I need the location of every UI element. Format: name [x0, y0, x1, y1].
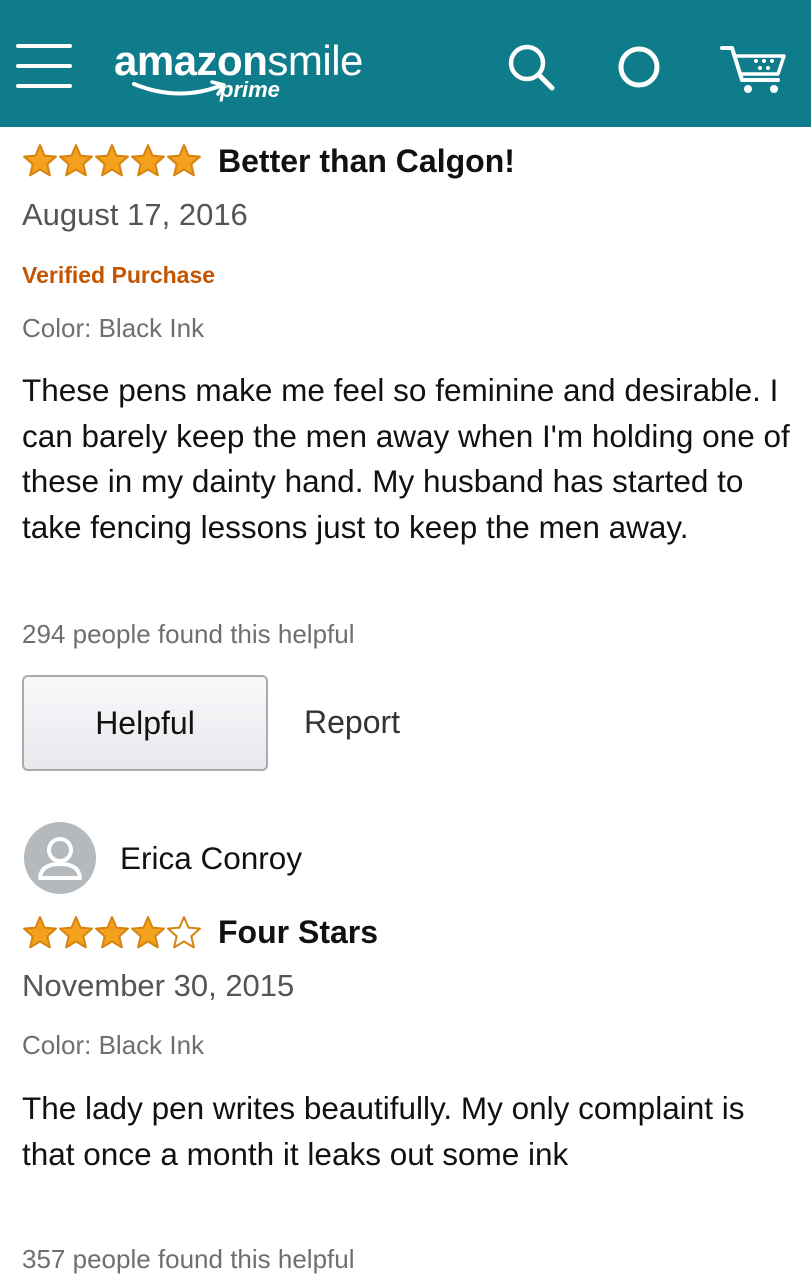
- review-body: The lady pen writes beautifully. My only…: [22, 1090, 745, 1172]
- star-rating: [22, 915, 202, 949]
- star-filled-icon: [167, 144, 201, 177]
- reviewer-name[interactable]: Erica Conroy: [120, 838, 302, 878]
- star-filled-icon: [131, 144, 165, 177]
- review-title[interactable]: Better than Calgon!: [218, 142, 515, 180]
- smile-arrow-icon: [132, 80, 226, 96]
- amazon-smile-prime-logo[interactable]: amazonsmile prime: [114, 36, 384, 108]
- star-filled-icon: [95, 916, 129, 949]
- star-empty-icon: [167, 916, 201, 949]
- top-navigation-bar: amazonsmile prime: [0, 0, 811, 127]
- logo-prime: prime: [220, 77, 280, 102]
- star-filled-icon: [59, 916, 93, 949]
- cart-icon[interactable]: [720, 42, 788, 96]
- search-icon[interactable]: [506, 42, 556, 92]
- alexa-icon[interactable]: [614, 42, 664, 92]
- report-link[interactable]: Report: [304, 702, 400, 742]
- review-body: These pens make me feel so feminine and …: [22, 372, 790, 545]
- review-date: August 17, 2016: [22, 197, 248, 232]
- star-filled-icon: [95, 144, 129, 177]
- star-filled-icon: [131, 916, 165, 949]
- helpful-count: 357 people found this helpful: [22, 1244, 355, 1274]
- avatar[interactable]: [24, 822, 96, 894]
- review-date: November 30, 2015: [22, 968, 295, 1003]
- star-rating: [22, 143, 202, 177]
- helpful-button[interactable]: Helpful: [22, 675, 268, 771]
- variant-label: Color: Black Ink: [22, 1030, 205, 1060]
- helpful-count: 294 people found this helpful: [22, 619, 355, 649]
- variant-label: Color: Black Ink: [22, 313, 205, 343]
- verified-purchase-badge: Verified Purchase: [22, 262, 216, 288]
- default-avatar-icon: [38, 837, 82, 880]
- star-filled-icon: [59, 144, 93, 177]
- star-filled-icon: [23, 144, 57, 177]
- menu-icon[interactable]: [16, 44, 72, 88]
- review-title[interactable]: Four Stars: [218, 913, 378, 951]
- reviewer-profile[interactable]: Erica Conroy: [22, 822, 622, 894]
- star-filled-icon: [23, 916, 57, 949]
